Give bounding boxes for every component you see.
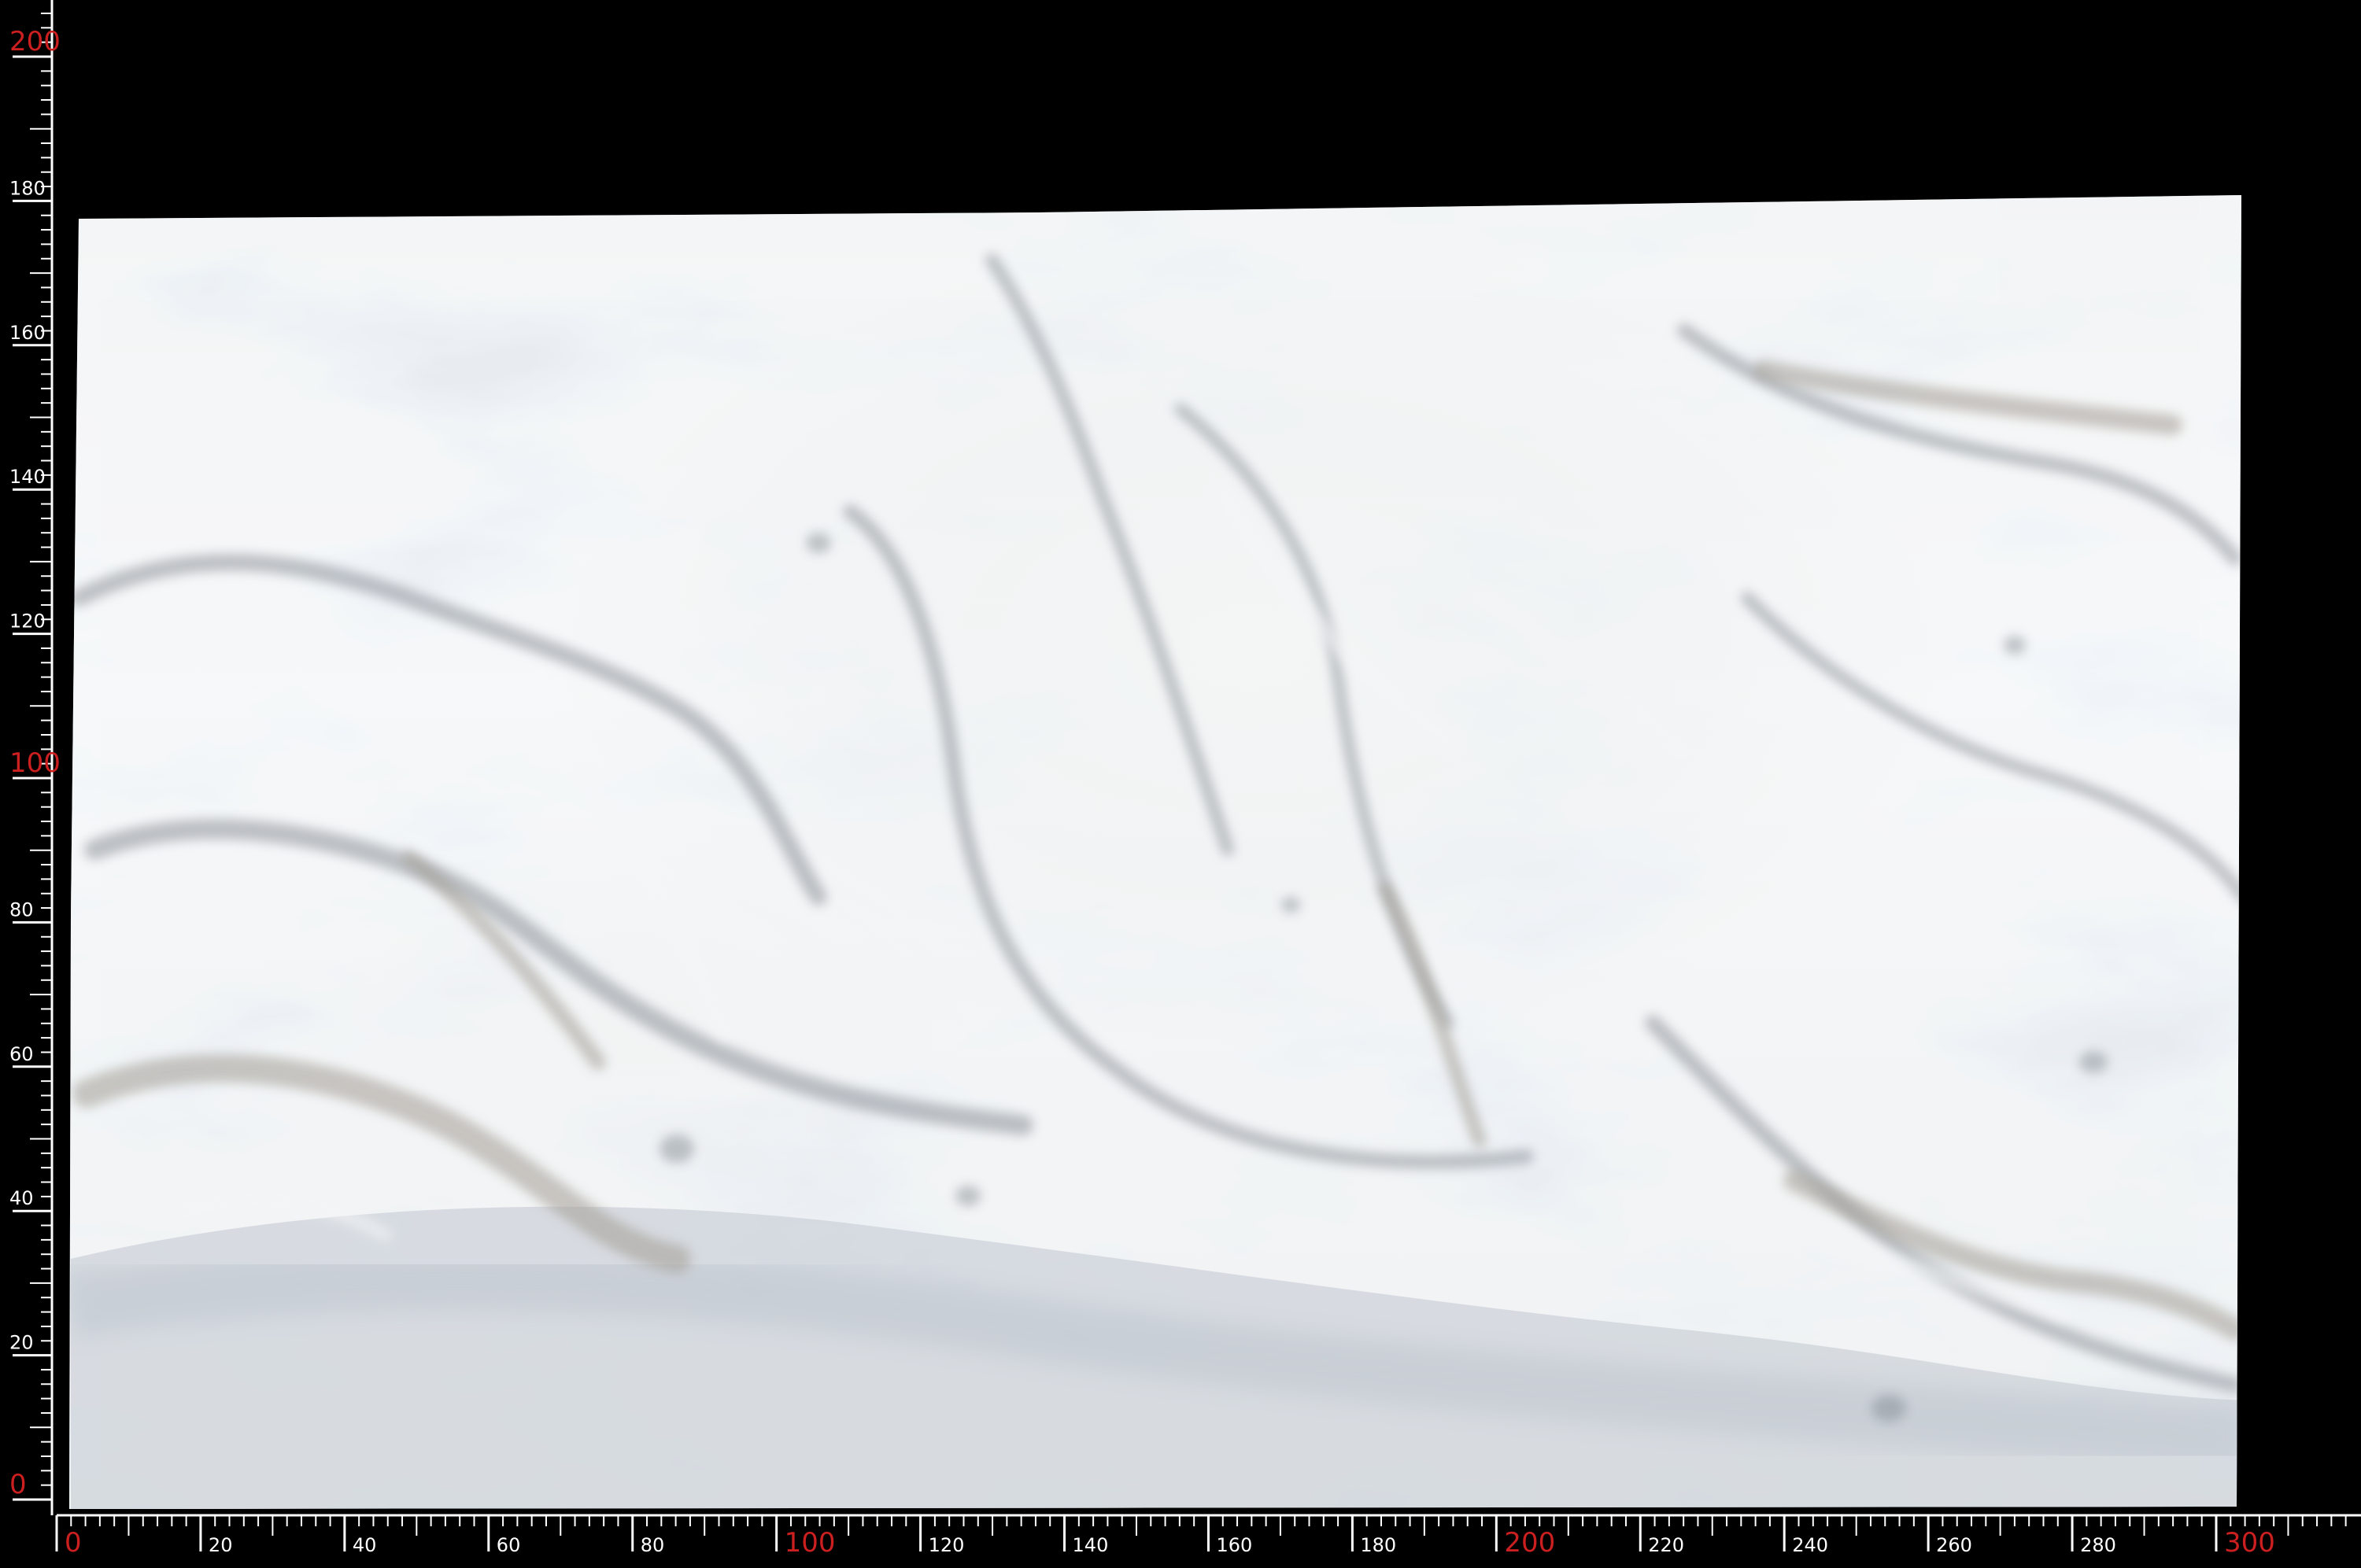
y-tick-label: 60 — [9, 1043, 34, 1065]
x-tick-label: 40 — [353, 1534, 377, 1556]
y-tick-label: 200 — [9, 26, 61, 57]
x-tick-label: 260 — [1936, 1534, 1972, 1556]
slab-image: 0 20 40 60 80 100 120 140 160 180 200 220 240 260 280 3… — [9, 0, 2361, 1559]
y-tick-label: 160 — [9, 322, 46, 344]
x-tick-label: 160 — [1216, 1534, 1252, 1556]
y-tick-label: 120 — [9, 611, 46, 633]
vertical-ruler: 0 20 40 60 80 100 120 140 160 180 200 — [9, 0, 61, 1515]
y-tick-label: 40 — [9, 1187, 34, 1209]
x-tick-label: 0 — [65, 1527, 82, 1559]
x-tick-label: 240 — [1792, 1534, 1828, 1556]
x-tick-label: 280 — [2080, 1534, 2116, 1556]
horizontal-ruler: 0 20 40 60 80 100 120 140 160 180 200 220 240 260 280 3… — [55, 1514, 2361, 1559]
y-tick-label: 100 — [9, 747, 61, 779]
x-tick-label: 60 — [497, 1534, 521, 1556]
x-tick-label: 120 — [929, 1534, 965, 1556]
x-tick-label: 200 — [1504, 1527, 1555, 1559]
x-tick-label: 300 — [2224, 1527, 2275, 1559]
x-tick-label: 220 — [1648, 1534, 1684, 1556]
marble-slab — [69, 195, 2241, 1509]
slab-viewer: 0 20 40 60 80 100 120 140 160 180 200 220 240 260 280 3… — [0, 0, 2361, 1568]
x-tick-label: 140 — [1073, 1534, 1109, 1556]
y-tick-label: 0 — [9, 1469, 27, 1500]
y-tick-label: 20 — [9, 1332, 34, 1354]
y-tick-label: 180 — [9, 177, 46, 199]
x-tick-label: 180 — [1360, 1534, 1396, 1556]
x-tick-label: 100 — [785, 1527, 836, 1559]
y-tick-label: 140 — [9, 466, 46, 488]
x-tick-label: 80 — [641, 1534, 665, 1556]
x-tick-label: 20 — [209, 1534, 233, 1556]
y-tick-label: 80 — [9, 898, 34, 921]
